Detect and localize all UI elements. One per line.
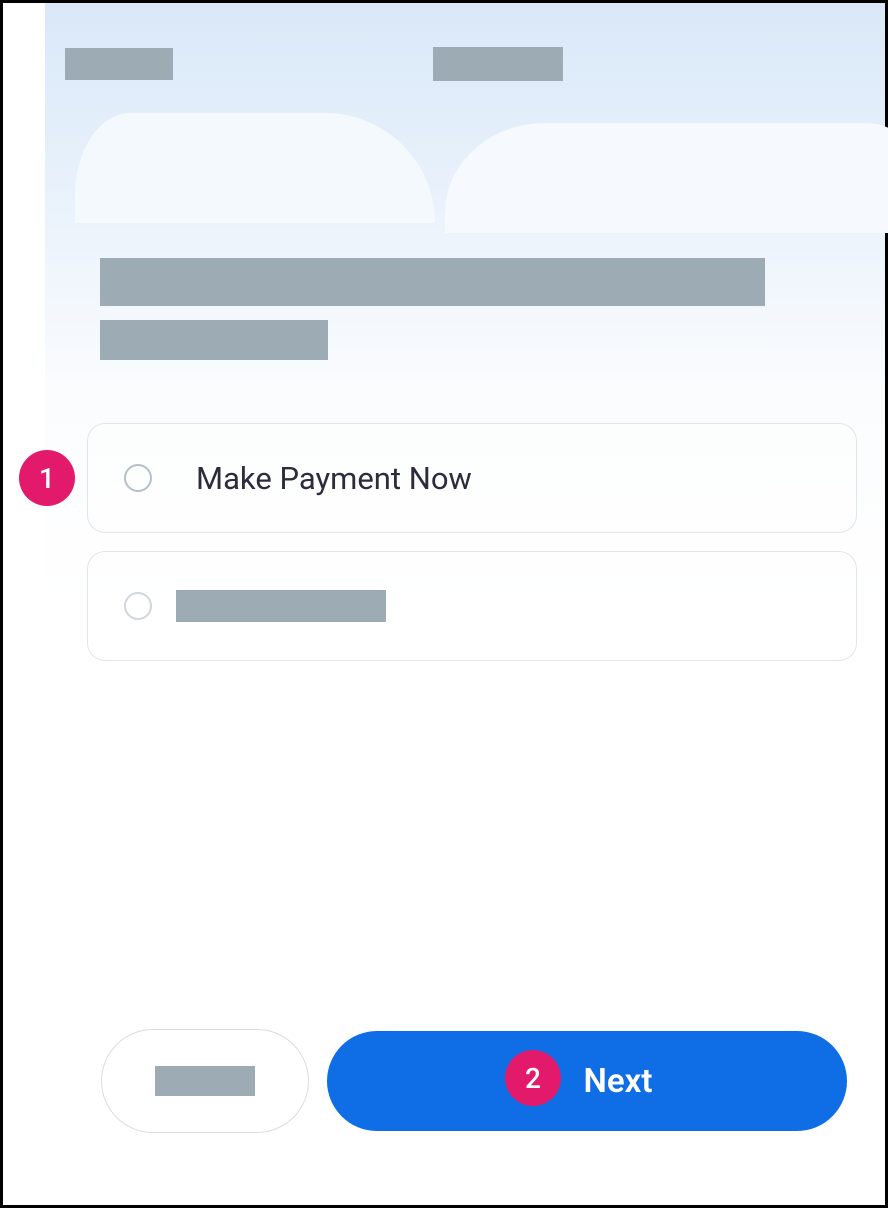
- header-placeholder-left: [65, 48, 173, 80]
- next-button[interactable]: Next: [327, 1031, 847, 1131]
- payment-screen: Make Payment Now Next: [45, 3, 885, 1205]
- header-placeholder-right: [433, 47, 563, 81]
- radio-icon[interactable]: [124, 592, 152, 620]
- footer-actions: Next: [101, 1029, 847, 1133]
- back-button[interactable]: [101, 1029, 309, 1133]
- callout-marker-2: 2: [505, 1050, 561, 1106]
- decorative-cloud: [445, 123, 888, 233]
- back-button-label-placeholder: [155, 1066, 255, 1096]
- option-label-placeholder: [176, 590, 386, 622]
- option-second[interactable]: [87, 551, 857, 661]
- page-heading: [100, 258, 830, 360]
- radio-icon[interactable]: [124, 464, 152, 492]
- next-button-label: Next: [584, 1062, 653, 1101]
- option-label: Make Payment Now: [196, 460, 472, 497]
- header: [65, 47, 865, 81]
- title-placeholder-line-2: [100, 320, 328, 360]
- decorative-cloud: [75, 113, 435, 223]
- title-placeholder-line-1: [100, 258, 765, 306]
- option-make-payment-now[interactable]: Make Payment Now: [87, 423, 857, 533]
- callout-marker-1: 1: [19, 450, 75, 506]
